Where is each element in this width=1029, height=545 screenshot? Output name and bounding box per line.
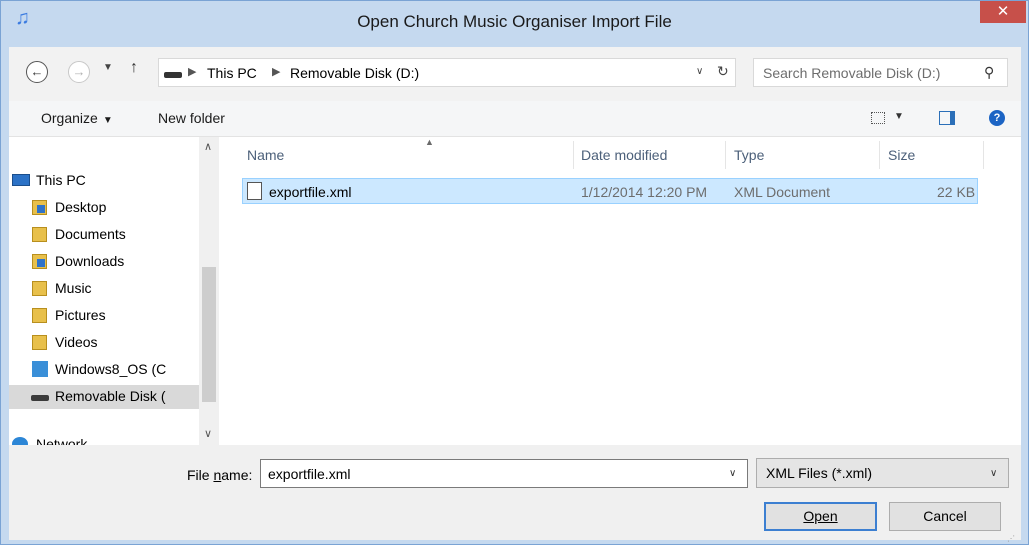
- nav-item-label: Music: [55, 280, 92, 296]
- file-name-label: File name:: [187, 467, 252, 483]
- nav-item-label: Windows8_OS (C: [55, 361, 167, 377]
- column-header-size[interactable]: Size: [888, 147, 915, 163]
- nav-item-network[interactable]: Network: [9, 433, 199, 445]
- pictures-folder-icon: [32, 308, 47, 323]
- change-view-icon[interactable]: [871, 112, 885, 124]
- command-bar: Organize ▼ New folder ▼ ?: [9, 101, 1021, 137]
- title-bar[interactable]: ♫ Open Church Music Organiser Import Fil…: [1, 1, 1028, 45]
- music-folder-icon: [32, 281, 47, 296]
- close-button[interactable]: ✕: [980, 1, 1026, 23]
- chevron-down-icon: ▼: [103, 62, 113, 73]
- downloads-folder-icon: [32, 254, 47, 269]
- breadcrumb-this-pc[interactable]: This PC: [207, 65, 257, 81]
- breadcrumb-removable-disk[interactable]: Removable Disk (D:): [290, 65, 419, 81]
- removable-disk-icon: [31, 395, 49, 401]
- file-name: exportfile.xml: [269, 184, 352, 200]
- file-size: 22 KB: [937, 184, 976, 200]
- videos-folder-icon: [32, 335, 47, 350]
- column-header-date-modified[interactable]: Date modified: [581, 147, 667, 163]
- xml-file-icon: [247, 182, 262, 200]
- scrollbar-thumb[interactable]: [202, 267, 216, 402]
- nav-item-videos[interactable]: Videos: [9, 331, 199, 355]
- dialog-footer: File name: ∨ XML Files (*.xml) ∨ Open Ca…: [9, 445, 1021, 540]
- nav-item-label: This PC: [36, 172, 86, 188]
- nav-item-downloads[interactable]: Downloads: [9, 250, 199, 274]
- column-divider[interactable]: [879, 141, 880, 169]
- nav-item-label: Removable Disk (: [55, 388, 166, 404]
- refresh-icon[interactable]: ↻: [717, 63, 729, 80]
- table-row[interactable]: exportfile.xml 1/12/2014 12:20 PM XML Do…: [242, 178, 978, 204]
- file-type-value: XML Files (*.xml): [766, 465, 873, 481]
- view-options-chevron-icon[interactable]: ▼: [894, 111, 904, 122]
- address-dropdown-icon[interactable]: ∨: [696, 66, 703, 77]
- network-icon: [12, 437, 28, 445]
- search-input[interactable]: [754, 59, 974, 86]
- up-button[interactable]: ↑: [130, 59, 138, 77]
- nav-item-label: Videos: [55, 334, 98, 350]
- nav-item-music[interactable]: Music: [9, 277, 199, 301]
- nav-item-pictures[interactable]: Pictures: [9, 304, 199, 328]
- breadcrumb-separator-icon[interactable]: ▶: [188, 65, 196, 78]
- nav-item-label: Pictures: [55, 307, 106, 323]
- up-arrow-icon: ↑: [130, 59, 138, 76]
- file-name-label-text: File: [187, 467, 214, 483]
- resize-grip-icon[interactable]: ⋰: [1007, 534, 1015, 543]
- file-list: ▲ Name Date modified Type Size exportfil…: [221, 137, 1021, 445]
- forward-arrow-icon: →: [72, 64, 86, 79]
- file-name-combobox[interactable]: ∨: [260, 459, 748, 488]
- nav-item-desktop[interactable]: Desktop: [9, 196, 199, 220]
- breadcrumb-separator-icon[interactable]: ▶: [272, 65, 280, 78]
- search-icon[interactable]: ⚲: [984, 64, 994, 81]
- chevron-down-icon: ▼: [102, 115, 113, 126]
- column-divider[interactable]: [725, 141, 726, 169]
- nav-item-documents[interactable]: Documents: [9, 223, 199, 247]
- file-type-select[interactable]: XML Files (*.xml) ∨: [756, 458, 1009, 488]
- nav-item-removable-disk[interactable]: Removable Disk (: [9, 385, 199, 409]
- back-arrow-icon: ←: [30, 64, 44, 79]
- documents-folder-icon: [32, 227, 47, 242]
- column-header-name[interactable]: Name: [247, 147, 284, 163]
- column-divider[interactable]: [573, 141, 574, 169]
- nav-item-this-pc[interactable]: This PC: [9, 169, 199, 193]
- scroll-down-icon[interactable]: ∨: [204, 427, 212, 440]
- scroll-up-icon[interactable]: ∧: [204, 140, 212, 153]
- organize-button[interactable]: Organize ▼: [41, 110, 113, 126]
- nav-item-windows8-os[interactable]: Windows8_OS (C: [9, 358, 199, 382]
- forward-button[interactable]: →: [68, 61, 90, 83]
- cancel-button[interactable]: Cancel: [889, 502, 1001, 531]
- file-date-modified: 1/12/2014 12:20 PM: [581, 184, 708, 200]
- chevron-down-icon[interactable]: ∨: [729, 468, 736, 479]
- nav-item-label: Network: [36, 436, 88, 445]
- address-bar[interactable]: ▶ This PC ▶ Removable Disk (D:) ∨ ↻: [158, 58, 736, 87]
- navigation-scrollbar[interactable]: ∧ ∨: [199, 137, 219, 445]
- open-button[interactable]: Open: [764, 502, 877, 531]
- computer-icon: [12, 174, 30, 186]
- nav-item-label: Desktop: [55, 199, 107, 215]
- file-name-label-rest: ame:: [221, 467, 253, 483]
- nav-item-label: Downloads: [55, 253, 125, 269]
- sort-ascending-icon: ▲: [425, 137, 434, 147]
- recent-locations-button[interactable]: ▼: [103, 62, 113, 73]
- organize-label: Organize: [41, 110, 98, 126]
- desktop-folder-icon: [32, 200, 47, 215]
- column-header-type[interactable]: Type: [734, 147, 764, 163]
- preview-pane-icon[interactable]: [939, 111, 955, 125]
- drive-icon: [164, 72, 182, 78]
- back-button[interactable]: ←: [26, 61, 48, 83]
- help-icon[interactable]: ?: [989, 110, 1005, 126]
- new-folder-button[interactable]: New folder: [158, 110, 225, 126]
- os-drive-icon: [32, 361, 48, 377]
- search-box[interactable]: ⚲: [753, 58, 1008, 87]
- nav-item-label: Documents: [55, 226, 126, 242]
- open-button-label: Open: [803, 508, 838, 524]
- navigation-pane: This PC Desktop Documents Downloads Musi…: [9, 137, 221, 445]
- chevron-down-icon: ∨: [990, 468, 998, 479]
- file-type: XML Document: [734, 184, 830, 200]
- column-divider[interactable]: [983, 141, 984, 169]
- file-name-field[interactable]: [261, 460, 721, 487]
- dialog-window: ♫ Open Church Music Organiser Import Fil…: [0, 0, 1029, 545]
- window-title: Open Church Music Organiser Import File: [357, 12, 672, 31]
